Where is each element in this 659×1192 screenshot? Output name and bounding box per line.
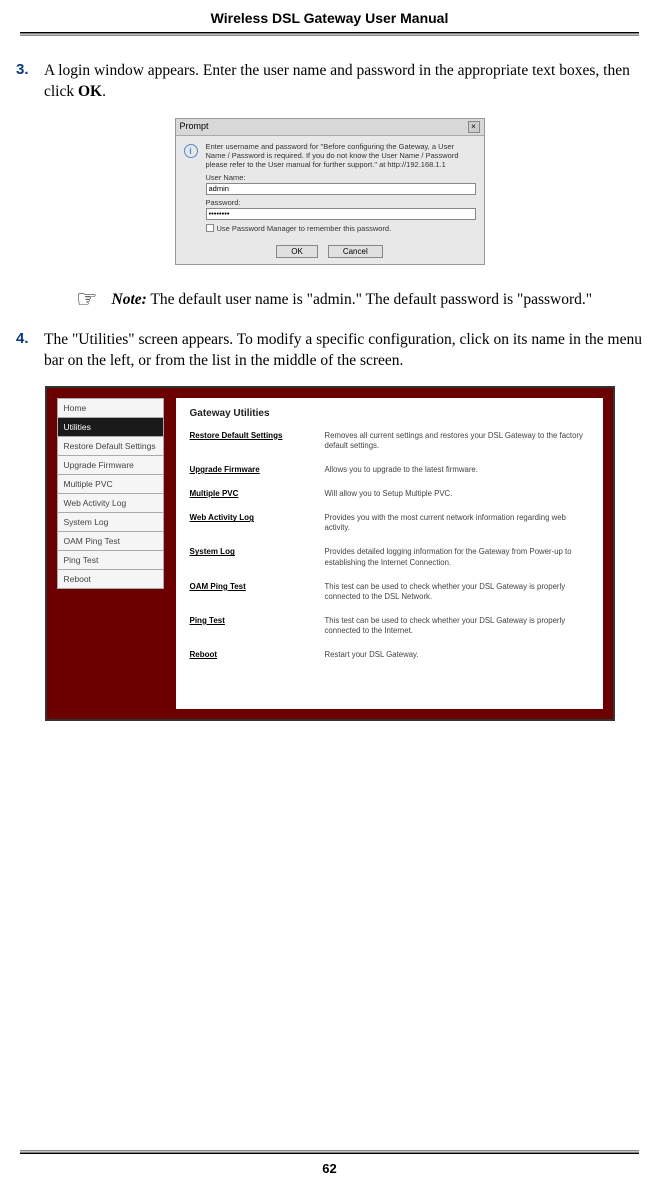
- utility-description: Provides you with the most current netwo…: [325, 513, 589, 533]
- utility-row: RebootRestart your DSL Gateway.: [190, 650, 589, 660]
- dialog-message: Enter username and password for "Before …: [206, 142, 476, 169]
- utility-row: Upgrade FirmwareAllows you to upgrade to…: [190, 465, 589, 475]
- password-label: Password:: [206, 198, 476, 207]
- nav-item[interactable]: System Log: [57, 512, 164, 531]
- nav-item[interactable]: Utilities: [57, 417, 164, 436]
- password-input[interactable]: [206, 208, 476, 220]
- utility-link[interactable]: Ping Test: [190, 616, 325, 636]
- step-text-b: .: [102, 83, 106, 100]
- utilities-sidebar: HomeUtilitiesRestore Default SettingsUpg…: [57, 398, 164, 709]
- footer-rule: [20, 1150, 639, 1154]
- utility-description: Restart your DSL Gateway.: [325, 650, 419, 660]
- utility-description: This test can be used to check whether y…: [325, 616, 589, 636]
- utility-description: Will allow you to Setup Multiple PVC.: [325, 489, 453, 499]
- nav-item[interactable]: Web Activity Log: [57, 493, 164, 512]
- step-body: The "Utilities" screen appears. To modif…: [44, 330, 643, 372]
- utility-row: Restore Default SettingsRemoves all curr…: [190, 431, 589, 451]
- dialog-title: Prompt: [180, 121, 209, 133]
- utility-row: OAM Ping TestThis test can be used to ch…: [190, 582, 589, 602]
- page-number: 62: [0, 1161, 659, 1176]
- close-button[interactable]: ×: [468, 121, 480, 133]
- utility-description: This test can be used to check whether y…: [325, 582, 589, 602]
- utility-link[interactable]: Restore Default Settings: [190, 431, 325, 451]
- username-label: User Name:: [206, 173, 476, 182]
- pointing-hand-icon: ☞: [76, 288, 98, 312]
- nav-item[interactable]: Restore Default Settings: [57, 436, 164, 455]
- step-number: 4.: [16, 330, 44, 372]
- nav-item[interactable]: Upgrade Firmware: [57, 455, 164, 474]
- login-dialog-figure: Prompt × i Enter username and password f…: [175, 118, 485, 265]
- ok-button[interactable]: OK: [276, 245, 318, 258]
- utilities-title: Gateway Utilities: [190, 408, 589, 419]
- utility-link[interactable]: Upgrade Firmware: [190, 465, 325, 475]
- utility-row: Multiple PVCWill allow you to Setup Mult…: [190, 489, 589, 499]
- page-header: Wireless DSL Gateway User Manual: [0, 0, 659, 32]
- remember-label: Use Password Manager to remember this pa…: [217, 224, 392, 233]
- step-body: A login window appears. Enter the user n…: [44, 61, 643, 103]
- utility-row: System LogProvides detailed logging info…: [190, 547, 589, 567]
- utility-link[interactable]: Web Activity Log: [190, 513, 325, 533]
- utility-description: Removes all current settings and restore…: [325, 431, 589, 451]
- nav-item[interactable]: Reboot: [57, 569, 164, 589]
- utility-link[interactable]: Multiple PVC: [190, 489, 325, 499]
- nav-item[interactable]: Home: [57, 398, 164, 417]
- note-block: ☞ Note: The default user name is "admin.…: [16, 290, 643, 312]
- username-input[interactable]: [206, 183, 476, 195]
- step-bold: OK: [78, 83, 102, 100]
- utility-link[interactable]: Reboot: [190, 650, 325, 660]
- header-rule: [20, 32, 639, 36]
- utilities-main: Gateway Utilities Restore Default Settin…: [176, 398, 603, 709]
- utility-link[interactable]: OAM Ping Test: [190, 582, 325, 602]
- nav-item[interactable]: OAM Ping Test: [57, 531, 164, 550]
- step-3: 3. A login window appears. Enter the use…: [16, 61, 643, 103]
- utility-description: Provides detailed logging information fo…: [325, 547, 589, 567]
- nav-item[interactable]: Multiple PVC: [57, 474, 164, 493]
- nav-list: HomeUtilitiesRestore Default SettingsUpg…: [57, 398, 164, 589]
- note-label: Note:: [112, 291, 147, 308]
- info-icon: i: [184, 144, 198, 158]
- cancel-button[interactable]: Cancel: [328, 245, 383, 258]
- utility-link[interactable]: System Log: [190, 547, 325, 567]
- remember-checkbox[interactable]: [206, 224, 214, 232]
- step-4: 4. The "Utilities" screen appears. To mo…: [16, 330, 643, 372]
- step-number: 3.: [16, 61, 44, 103]
- dialog-titlebar: Prompt ×: [176, 119, 484, 136]
- utilities-screen-figure: HomeUtilitiesRestore Default SettingsUpg…: [45, 386, 615, 721]
- nav-item[interactable]: Ping Test: [57, 550, 164, 569]
- utility-row: Ping TestThis test can be used to check …: [190, 616, 589, 636]
- utility-row: Web Activity LogProvides you with the mo…: [190, 513, 589, 533]
- step-text-a: A login window appears. Enter the user n…: [44, 62, 630, 100]
- note-text: The default user name is "admin." The de…: [147, 291, 592, 308]
- utility-description: Allows you to upgrade to the latest firm…: [325, 465, 478, 475]
